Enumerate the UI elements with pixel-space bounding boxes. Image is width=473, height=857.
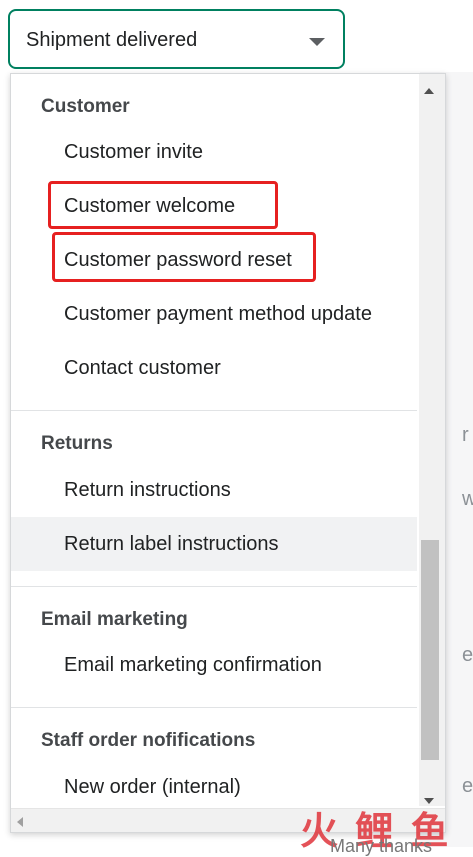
- scroll-up-arrow-icon[interactable]: [424, 88, 434, 94]
- option-email-marketing-confirmation[interactable]: Email marketing confirmation: [11, 638, 417, 692]
- vertical-scrollbar[interactable]: [419, 74, 445, 806]
- option-customer-invite[interactable]: Customer invite: [11, 125, 417, 179]
- background-text: e: [462, 644, 473, 666]
- section-title-returns: Returns: [41, 433, 113, 454]
- scroll-left-arrow-icon[interactable]: [17, 817, 23, 827]
- option-contact-customer[interactable]: Contact customer: [11, 341, 417, 395]
- option-return-label-instructions[interactable]: Return label instructions: [11, 517, 417, 571]
- background-text: r: [462, 424, 469, 446]
- background-text: e: [462, 775, 473, 797]
- section-title-staff-order-notifications: Staff order nofifications: [41, 730, 256, 751]
- template-select[interactable]: Shipment delivered: [8, 9, 345, 69]
- option-customer-payment-method-update[interactable]: Customer payment method update: [11, 287, 417, 341]
- option-customer-password-reset[interactable]: Customer password reset: [11, 233, 417, 287]
- scrollbar-thumb[interactable]: [421, 540, 439, 760]
- chevron-down-icon[interactable]: [309, 38, 325, 46]
- divider: [11, 707, 417, 708]
- option-customer-welcome[interactable]: Customer welcome: [11, 179, 417, 233]
- select-value: Shipment delivered: [26, 29, 198, 51]
- option-return-instructions[interactable]: Return instructions: [11, 463, 417, 517]
- divider: [11, 410, 417, 411]
- divider: [11, 586, 417, 587]
- background-text: w: [462, 488, 473, 510]
- section-title-customer: Customer: [41, 96, 130, 117]
- section-title-email-marketing: Email marketing: [41, 609, 188, 630]
- template-dropdown-list: Customer Customer invite Customer welcom…: [10, 73, 446, 833]
